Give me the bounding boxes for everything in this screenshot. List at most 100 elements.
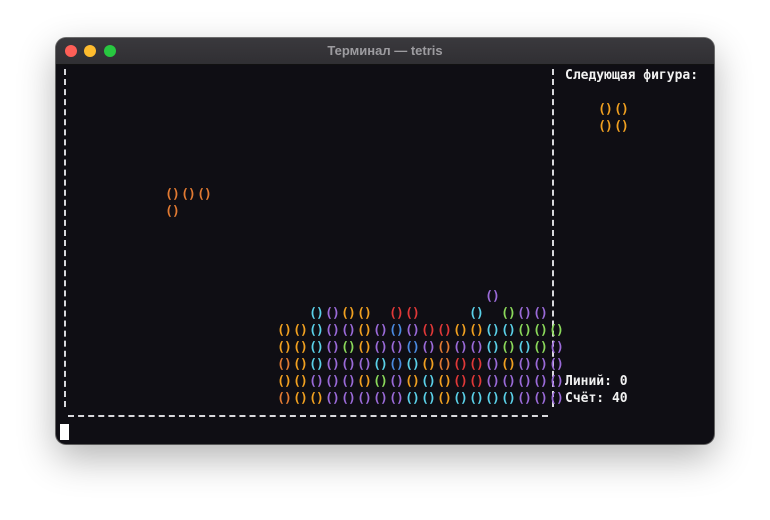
stack-block: ()	[549, 357, 564, 372]
stack-block: ()	[421, 357, 436, 372]
stack-block: ()	[341, 357, 356, 372]
stack-block: ()	[469, 391, 484, 406]
falling-piece-block: ()	[181, 187, 196, 202]
stack-block: ()	[341, 340, 356, 355]
stack-block: ()	[485, 323, 500, 338]
stack-block: ()	[309, 391, 324, 406]
stack-block: ()	[357, 306, 372, 321]
stack-block: ()	[453, 391, 468, 406]
stack-block: ()	[453, 340, 468, 355]
stack-block: ()	[405, 374, 420, 389]
stack-block: ()	[501, 374, 516, 389]
board-floor	[68, 415, 548, 417]
stack-block: ()	[437, 340, 452, 355]
stack-block: ()	[469, 374, 484, 389]
next-piece-label: Следующая фигура:	[565, 68, 699, 83]
next-piece-block: ()	[598, 102, 613, 117]
stack-block: ()	[341, 323, 356, 338]
terminal-content[interactable]: Следующая фигура: Линий: 0 Счёт: 40 ()()…	[56, 65, 714, 444]
stack-block: ()	[485, 340, 500, 355]
stack-block: ()	[277, 374, 292, 389]
stack-block: ()	[277, 357, 292, 372]
stack-block: ()	[357, 340, 372, 355]
stack-block: ()	[501, 357, 516, 372]
stack-block: ()	[325, 374, 340, 389]
stack-block: ()	[517, 323, 532, 338]
stack-block: ()	[405, 357, 420, 372]
score-counter: Счёт: 40	[565, 391, 628, 406]
stack-block: ()	[389, 323, 404, 338]
stack-block: ()	[341, 374, 356, 389]
stack-block: ()	[485, 374, 500, 389]
stack-block: ()	[309, 306, 324, 321]
stack-block: ()	[373, 357, 388, 372]
stack-block: ()	[405, 306, 420, 321]
stack-block: ()	[389, 374, 404, 389]
stack-block: ()	[389, 306, 404, 321]
stack-block: ()	[517, 357, 532, 372]
stack-block: ()	[277, 323, 292, 338]
stack-block: ()	[453, 374, 468, 389]
stack-block: ()	[373, 391, 388, 406]
stack-block: ()	[357, 391, 372, 406]
stack-block: ()	[309, 340, 324, 355]
title-bar: Терминал — tetris	[56, 38, 714, 65]
stack-block: ()	[469, 323, 484, 338]
stack-block: ()	[533, 374, 548, 389]
stack-block: ()	[453, 357, 468, 372]
stack-block: ()	[501, 306, 516, 321]
stack-block: ()	[421, 340, 436, 355]
next-piece-block: ()	[614, 102, 629, 117]
stack-block: ()	[485, 289, 500, 304]
stack-block: ()	[309, 374, 324, 389]
stack-block: ()	[277, 391, 292, 406]
stack-block: ()	[549, 374, 564, 389]
stack-block: ()	[485, 391, 500, 406]
stack-block: ()	[469, 306, 484, 321]
stack-block: ()	[357, 374, 372, 389]
stack-block: ()	[405, 340, 420, 355]
stack-block: ()	[421, 374, 436, 389]
stack-block: ()	[325, 391, 340, 406]
board-left-wall	[64, 69, 66, 407]
stack-block: ()	[389, 357, 404, 372]
falling-piece-block: ()	[165, 187, 180, 202]
stack-block: ()	[453, 323, 468, 338]
stack-block: ()	[437, 323, 452, 338]
falling-piece-block: ()	[165, 204, 180, 219]
stack-block: ()	[325, 340, 340, 355]
stack-block: ()	[293, 374, 308, 389]
stack-block: ()	[341, 391, 356, 406]
stack-block: ()	[293, 340, 308, 355]
stack-block: ()	[517, 374, 532, 389]
stack-block: ()	[469, 340, 484, 355]
stack-block: ()	[293, 391, 308, 406]
stack-block: ()	[421, 323, 436, 338]
stack-block: ()	[533, 357, 548, 372]
stack-block: ()	[373, 323, 388, 338]
stack-block: ()	[293, 323, 308, 338]
stack-block: ()	[501, 323, 516, 338]
stack-block: ()	[309, 323, 324, 338]
stack-block: ()	[533, 323, 548, 338]
stack-block: ()	[325, 306, 340, 321]
stack-block: ()	[533, 391, 548, 406]
window-title: Терминал — tetris	[327, 43, 443, 58]
stack-block: ()	[421, 391, 436, 406]
stack-block: ()	[373, 374, 388, 389]
stack-block: ()	[533, 306, 548, 321]
stack-block: ()	[325, 323, 340, 338]
stack-block: ()	[405, 391, 420, 406]
stack-block: ()	[517, 340, 532, 355]
stack-block: ()	[549, 340, 564, 355]
stack-block: ()	[533, 340, 548, 355]
stack-block: ()	[309, 357, 324, 372]
lines-counter: Линий: 0	[565, 374, 628, 389]
stack-block: ()	[405, 323, 420, 338]
stack-block: ()	[437, 374, 452, 389]
falling-piece-block: ()	[197, 187, 212, 202]
stack-block: ()	[373, 340, 388, 355]
stack-block: ()	[517, 391, 532, 406]
terminal-window: Терминал — tetris Следующая фигура: Лини…	[56, 38, 714, 444]
stack-block: ()	[437, 391, 452, 406]
